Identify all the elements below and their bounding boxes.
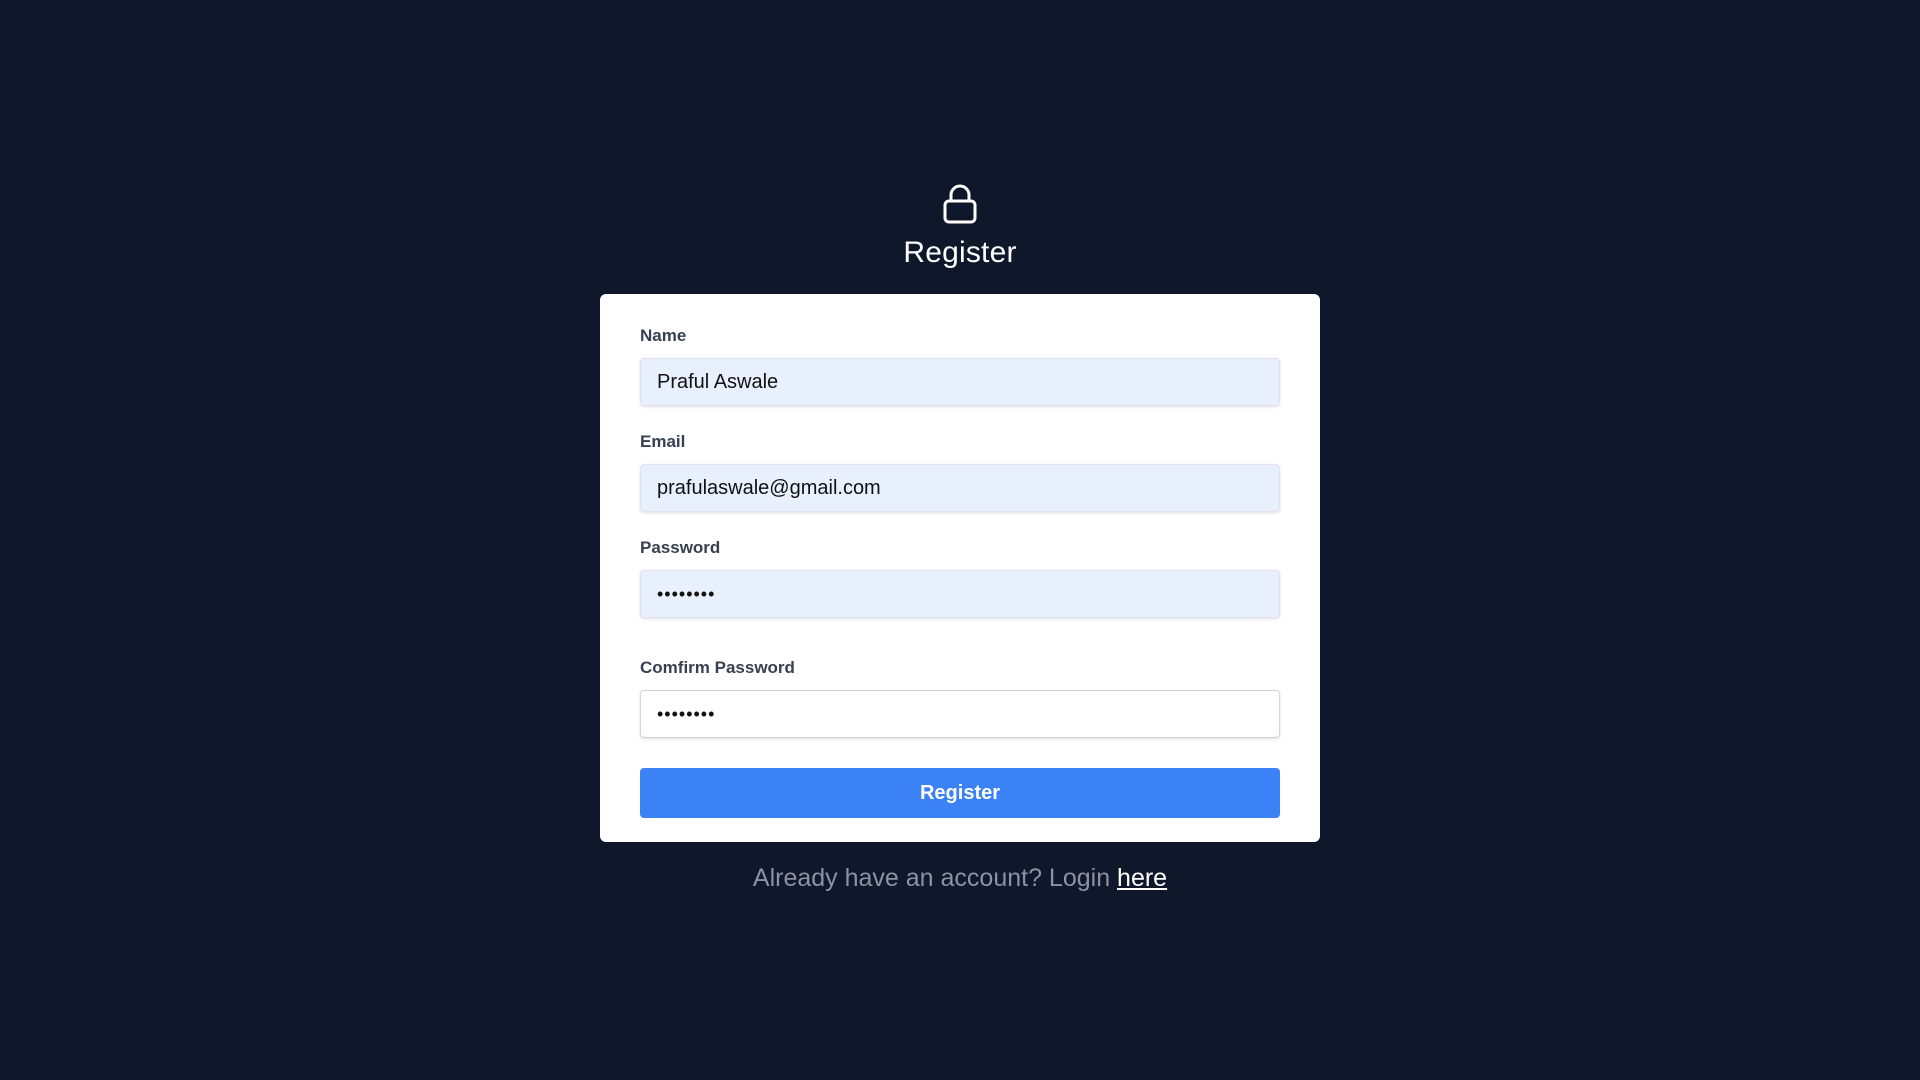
login-link[interactable]: here: [1117, 864, 1167, 892]
email-input[interactable]: [640, 464, 1280, 512]
email-field-group: Email: [640, 432, 1280, 512]
register-button[interactable]: Register: [640, 768, 1280, 818]
confirm-password-label: Comfirm Password: [640, 658, 795, 677]
name-label: Name: [640, 326, 687, 345]
password-field-group: Password: [640, 538, 1280, 618]
login-prompt-text: Already have an account? Login: [752, 864, 1118, 892]
login-prompt: Already have an account? Login here: [0, 864, 1920, 893]
password-label: Password: [640, 538, 721, 557]
register-page: Register Name Email Password Comfirm Pas…: [0, 0, 1920, 1080]
lock-icon: [943, 184, 977, 224]
confirm-password-input[interactable]: [640, 690, 1280, 738]
password-input[interactable]: [640, 570, 1280, 618]
page-title: Register: [903, 236, 1017, 269]
email-label: Email: [640, 432, 686, 451]
name-input[interactable]: [640, 358, 1280, 406]
name-field-group: Name: [640, 326, 1280, 406]
register-form: Name Email Password Comfirm Password Reg…: [600, 294, 1320, 842]
confirm-password-field-group: Comfirm Password: [640, 658, 1280, 738]
page-header: Register: [0, 182, 1920, 269]
